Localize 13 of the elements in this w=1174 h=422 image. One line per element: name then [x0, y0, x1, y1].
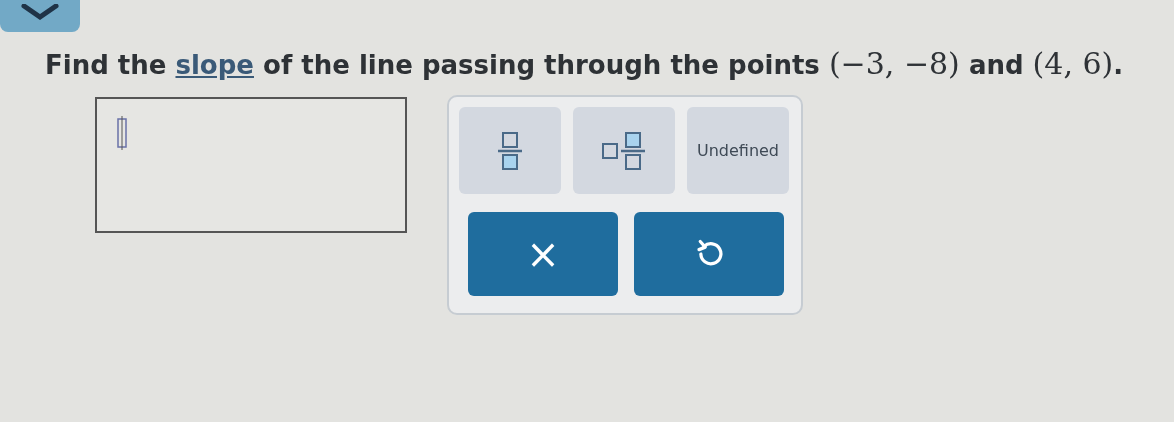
- text-cursor-icon: [115, 115, 129, 151]
- fraction-icon: [497, 130, 523, 171]
- collapse-tab[interactable]: [0, 0, 80, 32]
- clear-button[interactable]: ×: [468, 212, 618, 296]
- undo-button[interactable]: [634, 212, 784, 296]
- slope-link[interactable]: slope: [175, 50, 254, 80]
- mixed-number-key[interactable]: [573, 107, 675, 194]
- question-text: Find the slope of the line passing through the points (−3, −8) and (4, 6).: [45, 45, 1124, 83]
- answer-field[interactable]: [95, 97, 407, 233]
- undefined-key[interactable]: Undefined: [687, 107, 789, 194]
- mixed-fraction-icon: [601, 130, 647, 171]
- chevron-icon: [20, 4, 60, 20]
- fraction-key[interactable]: [459, 107, 561, 194]
